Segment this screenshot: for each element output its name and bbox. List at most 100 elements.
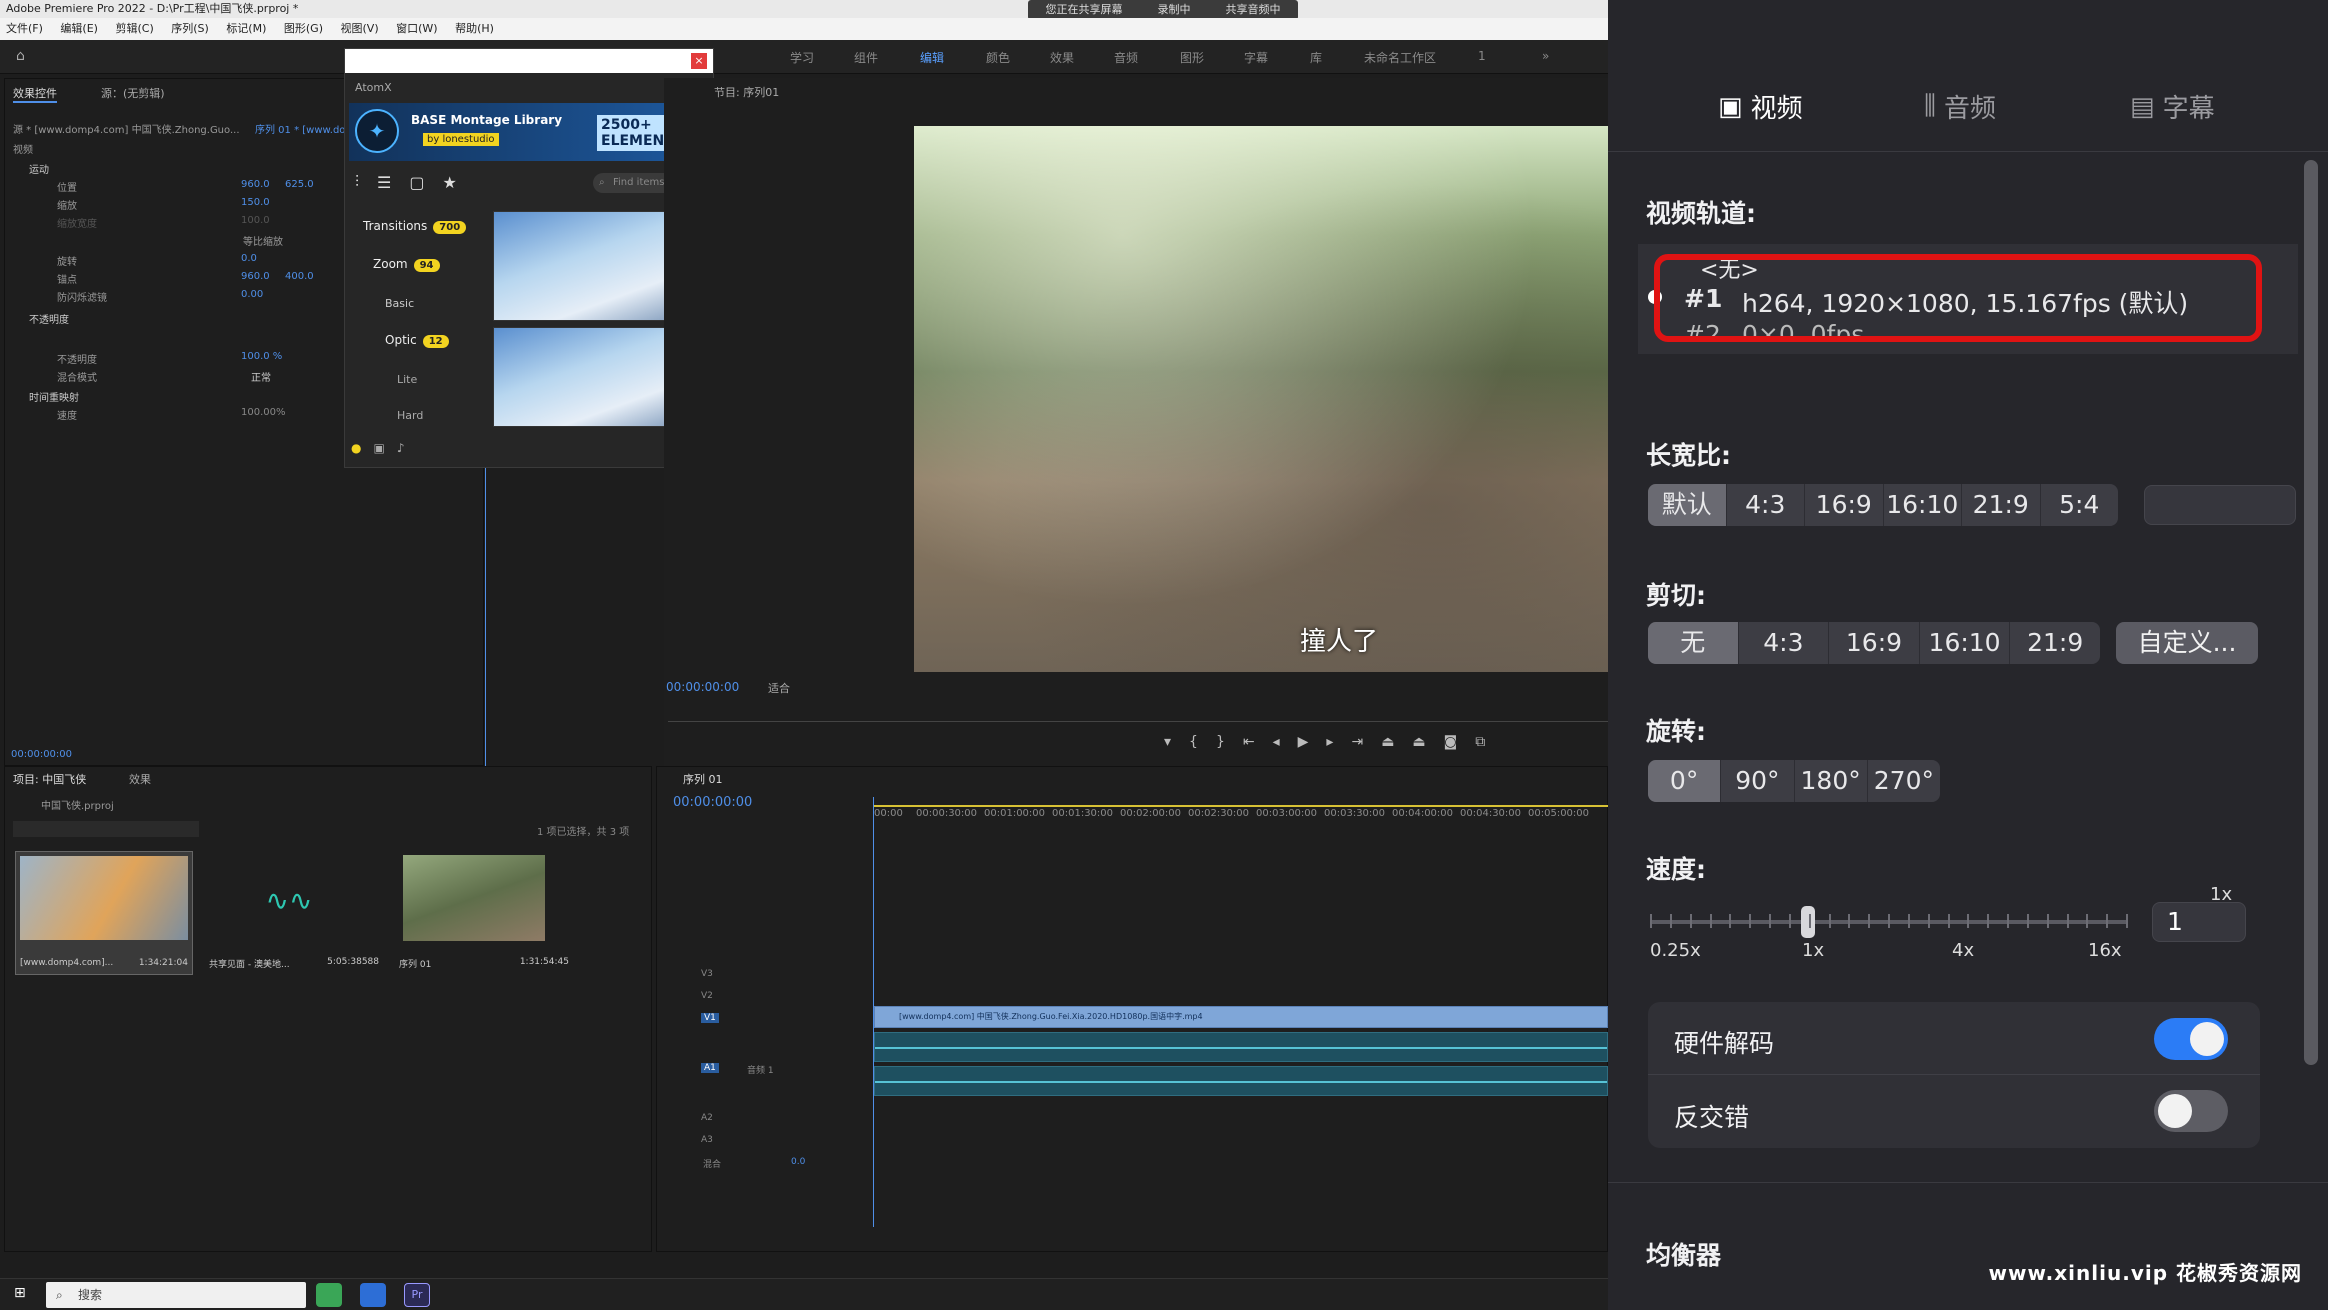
close-icon[interactable]: × bbox=[691, 53, 707, 69]
menu-graphics[interactable]: 图形(G) bbox=[284, 22, 323, 35]
camera-icon[interactable]: ◙ bbox=[1444, 734, 1458, 750]
ws-captions[interactable]: 字幕 bbox=[1244, 49, 1268, 66]
anchor-y[interactable]: 400.0 bbox=[285, 271, 314, 282]
lift-icon[interactable]: ⏏ bbox=[1381, 734, 1394, 750]
group-time-remap[interactable]: 时间重映射 bbox=[29, 389, 79, 404]
track-v1[interactable]: V1 bbox=[701, 1013, 719, 1023]
music-icon[interactable]: ♪ bbox=[397, 441, 405, 455]
ws-custom[interactable]: 未命名工作区 bbox=[1364, 49, 1436, 66]
taskbar-search-input[interactable]: ⌕ 搜索 bbox=[46, 1282, 306, 1308]
program-scrubber[interactable] bbox=[668, 706, 1608, 722]
deinterlace-toggle[interactable] bbox=[2154, 1090, 2228, 1132]
tab-atomx[interactable]: AtomX bbox=[355, 81, 392, 94]
track-a3[interactable]: A3 bbox=[701, 1135, 713, 1145]
menu-view[interactable]: 视图(V) bbox=[341, 22, 379, 35]
blend-mode-select[interactable]: 正常 bbox=[251, 369, 271, 384]
crop-none[interactable]: 无 bbox=[1648, 622, 1739, 664]
file-icon[interactable]: ▢ bbox=[409, 173, 424, 192]
menu-file[interactable]: 文件(F) bbox=[6, 22, 43, 35]
tab-program[interactable]: 节目: 序列01 bbox=[714, 84, 779, 100]
anchor-x[interactable]: 960.0 bbox=[241, 271, 270, 282]
anti-flicker-value[interactable]: 0.00 bbox=[241, 289, 263, 300]
more-workspaces-icon[interactable]: » bbox=[1542, 49, 1549, 63]
project-item-audio[interactable]: ∿∿ 共享见面 - 澳美地... 5:05:38588 bbox=[205, 851, 383, 975]
position-x[interactable]: 960.0 bbox=[241, 179, 270, 190]
sequence-link[interactable]: 序列 01 * [www.do bbox=[255, 121, 345, 136]
crop-16-9[interactable]: 16:9 bbox=[1829, 622, 1920, 664]
rotate-270[interactable]: 270° bbox=[1868, 760, 1940, 802]
ws-number[interactable]: 1 bbox=[1478, 49, 1486, 63]
work-area-bar[interactable] bbox=[873, 805, 1608, 807]
atomx-title-bar[interactable] bbox=[345, 49, 713, 73]
timeline-timecode[interactable]: 00:00:00:00 bbox=[673, 795, 752, 810]
crop-custom-button[interactable]: 自定义... bbox=[2116, 622, 2258, 664]
track-a1[interactable]: A1 bbox=[701, 1063, 719, 1073]
rotate-180[interactable]: 180° bbox=[1795, 760, 1868, 802]
program-video-frame[interactable]: 撞人了 bbox=[914, 126, 1608, 672]
ws-learn[interactable]: 学习 bbox=[790, 49, 814, 66]
tab-source[interactable]: 源：(无剪辑) bbox=[101, 85, 165, 101]
opacity-value[interactable]: 100.0 % bbox=[241, 351, 282, 362]
app-icon[interactable] bbox=[360, 1283, 386, 1307]
category-lite[interactable]: Lite bbox=[397, 373, 417, 386]
audio-clip-right[interactable] bbox=[874, 1066, 1608, 1096]
home-icon[interactable]: ⌂ bbox=[16, 48, 25, 64]
track-v3[interactable]: V3 bbox=[701, 969, 713, 979]
ws-assembly[interactable]: 组件 bbox=[854, 49, 878, 66]
step-forward-icon[interactable]: ▸ bbox=[1326, 734, 1333, 750]
grid-icon[interactable]: ▣ bbox=[373, 441, 384, 455]
sliders-icon[interactable]: ⫶ bbox=[355, 172, 359, 192]
scrollbar[interactable] bbox=[2304, 160, 2318, 1065]
video-track-list[interactable]: <无> #1 h264, 1920×1080, 15.167fps (默认) #… bbox=[1638, 244, 2298, 354]
tab-sequence[interactable]: 序列 01 bbox=[683, 771, 723, 787]
speed-value[interactable]: 100.00% bbox=[241, 407, 286, 418]
menu-help[interactable]: 帮助(H) bbox=[455, 22, 494, 35]
extract-icon[interactable]: ⏏ bbox=[1412, 734, 1425, 750]
warning-icon[interactable]: ● bbox=[351, 441, 361, 455]
group-motion[interactable]: 运动 bbox=[29, 161, 49, 176]
ws-color[interactable]: 颜色 bbox=[986, 49, 1010, 66]
fit-dropdown[interactable]: 适合 bbox=[768, 680, 790, 696]
hw-decode-toggle[interactable] bbox=[2154, 1018, 2228, 1060]
rotate-90[interactable]: 90° bbox=[1721, 760, 1795, 802]
tab-effects[interactable]: 效果 bbox=[129, 771, 151, 787]
ec-playhead[interactable] bbox=[485, 429, 486, 809]
screen-share-bar[interactable]: 您正在共享屏幕 录制中 共享音频中 bbox=[1028, 0, 1298, 20]
aspect-custom-input[interactable] bbox=[2144, 485, 2296, 525]
windows-start-icon[interactable]: ⊞ bbox=[14, 1285, 26, 1301]
menu-marker[interactable]: 标记(M) bbox=[226, 22, 266, 35]
play-icon[interactable]: ▶ bbox=[1298, 734, 1309, 750]
wechat-icon[interactable] bbox=[316, 1283, 342, 1307]
category-basic[interactable]: Basic bbox=[385, 297, 414, 310]
track-v2[interactable]: V2 bbox=[701, 991, 713, 1001]
row-uniform-scale[interactable]: 等比缩放 bbox=[243, 233, 283, 248]
ws-libraries[interactable]: 库 bbox=[1310, 49, 1322, 66]
speed-input[interactable]: 1 bbox=[2152, 902, 2246, 942]
category-zoom[interactable]: Zoom 94 bbox=[373, 257, 440, 272]
ec-timecode[interactable]: 00:00:00:00 bbox=[11, 749, 72, 760]
crop-4-3[interactable]: 4:3 bbox=[1739, 622, 1830, 664]
audio-clip-left[interactable] bbox=[874, 1032, 1608, 1062]
rotation-value[interactable]: 0.0 bbox=[241, 253, 257, 264]
compare-icon[interactable]: ⧉ bbox=[1475, 734, 1485, 750]
project-item-video[interactable]: [www.domp4.com]... 1:34:21:04 bbox=[15, 851, 193, 975]
tab-audio[interactable]: ⫼ 音频 bbox=[1924, 88, 1996, 125]
track-a2[interactable]: A2 bbox=[701, 1113, 713, 1123]
mark-in-icon[interactable]: { bbox=[1189, 734, 1198, 750]
aspect-16-9[interactable]: 16:9 bbox=[1805, 484, 1884, 526]
tab-video[interactable]: ▣ 视频 bbox=[1718, 88, 1803, 125]
marker-icon[interactable]: ▾ bbox=[1164, 734, 1171, 750]
tab-project[interactable]: 项目: 中国飞侠 bbox=[13, 771, 86, 787]
ws-graphics[interactable]: 图形 bbox=[1180, 49, 1204, 66]
go-out-icon[interactable]: ⇥ bbox=[1351, 734, 1363, 750]
group-opacity[interactable]: 不透明度 bbox=[29, 311, 69, 326]
project-item-sequence[interactable]: 序列 01 1:31:54:45 bbox=[395, 851, 573, 975]
tab-effect-controls[interactable]: 效果控件 bbox=[13, 85, 57, 103]
tab-subtitle[interactable]: ▤ 字幕 bbox=[2130, 88, 2215, 125]
ws-effects[interactable]: 效果 bbox=[1050, 49, 1074, 66]
aspect-5-4[interactable]: 5:4 bbox=[2041, 484, 2119, 526]
menu-clip[interactable]: 剪辑(C) bbox=[115, 22, 153, 35]
ws-editing[interactable]: 编辑 bbox=[920, 49, 944, 66]
aspect-4-3[interactable]: 4:3 bbox=[1727, 484, 1805, 526]
mix-value[interactable]: 0.0 bbox=[791, 1157, 805, 1167]
